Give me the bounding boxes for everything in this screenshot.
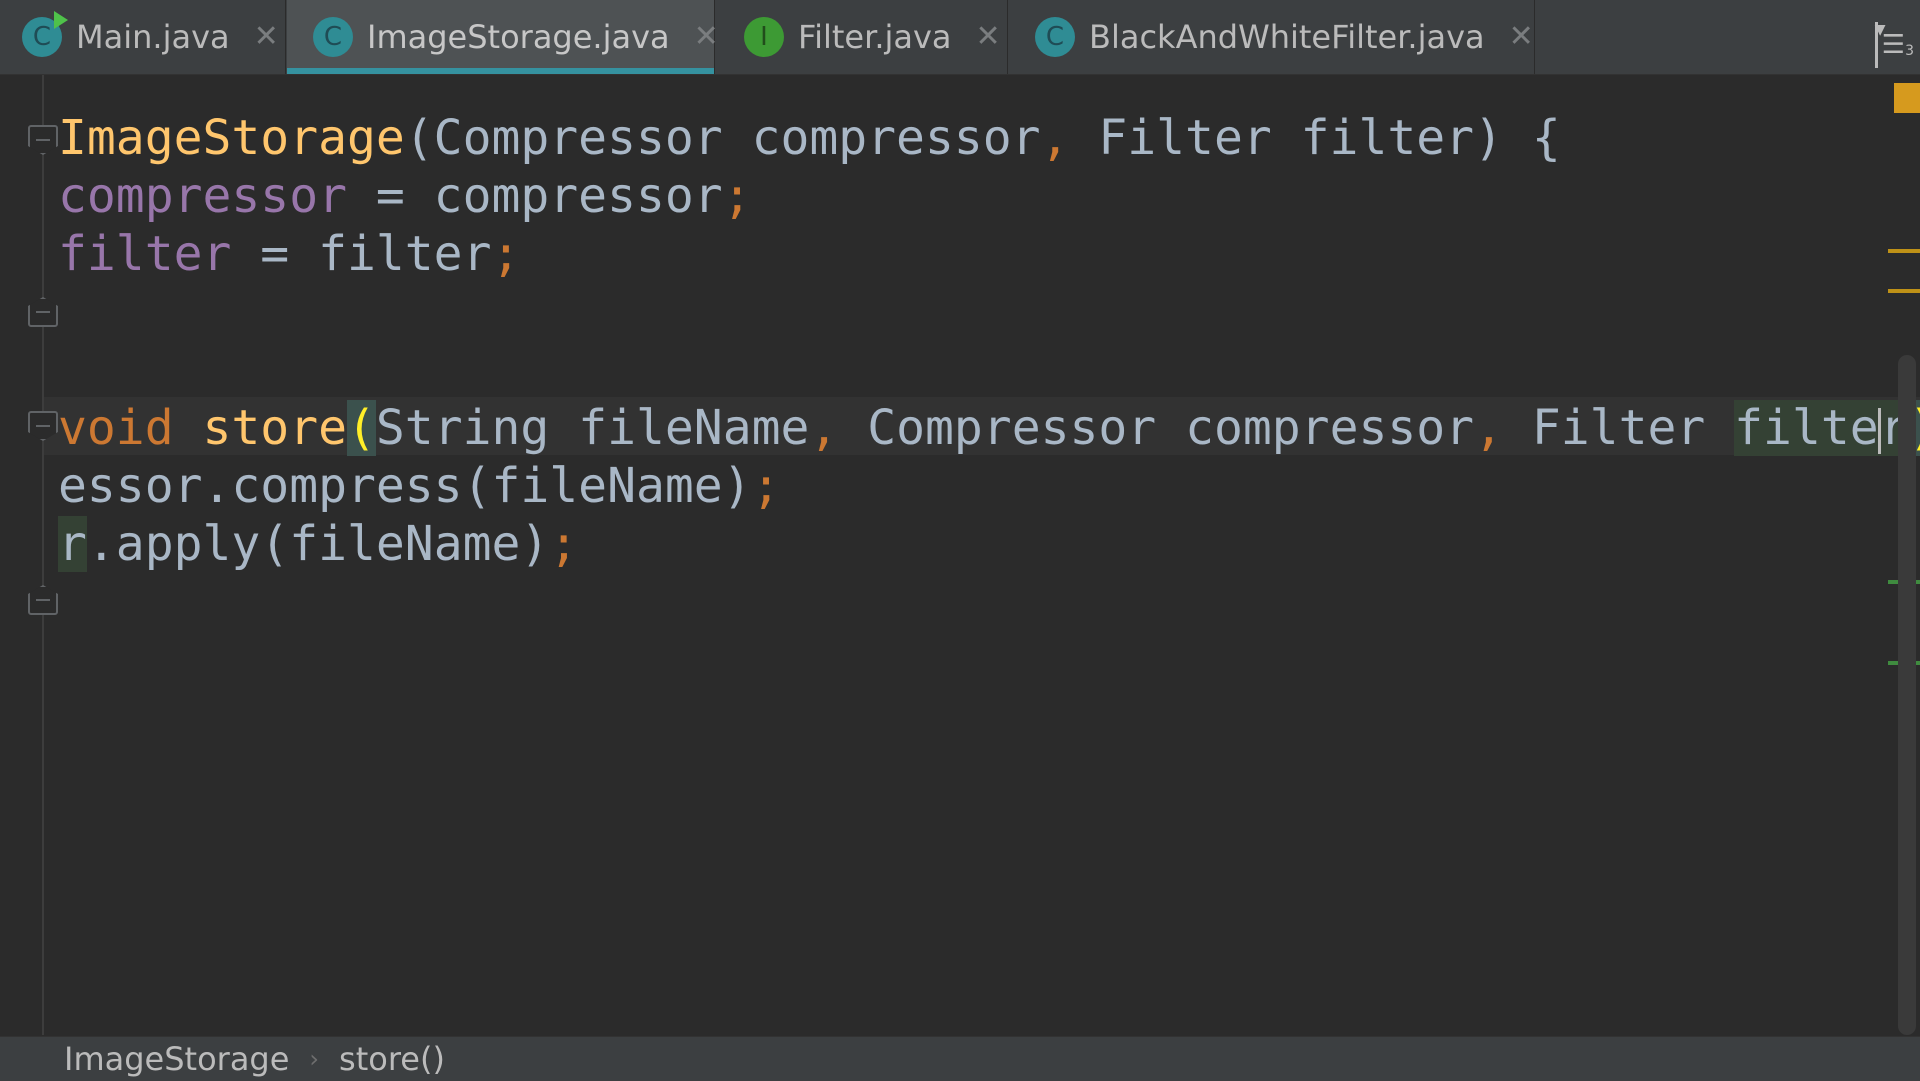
warning-marker[interactable]	[1888, 249, 1920, 253]
close-icon[interactable]: ✕	[694, 22, 719, 52]
breadcrumb-separator: ›	[309, 1045, 320, 1073]
class-icon: C	[22, 11, 68, 57]
breadcrumb-class[interactable]: ImageStorage	[64, 1040, 289, 1078]
inspection-warning-icon[interactable]	[1894, 83, 1920, 113]
code-line: ImageStorage(Compressor compressor, Filt…	[58, 110, 1561, 166]
tab-blackandwhitefilter-java[interactable]: C BlackAndWhiteFilter.java ✕	[1009, 0, 1535, 74]
code-line: compressor = compressor;	[58, 168, 752, 224]
code-editor[interactable]: ImageStorage(Compressor compressor, Filt…	[0, 75, 1920, 1035]
editor-tab-bar: C Main.java ✕ C ImageStorage.java ✕ I Fi…	[0, 0, 1920, 75]
interface-icon: I	[744, 17, 784, 57]
fold-end-icon[interactable]	[28, 585, 58, 615]
fold-start-icon[interactable]	[28, 125, 58, 155]
close-icon[interactable]: ✕	[254, 22, 279, 52]
warning-marker[interactable]	[1888, 289, 1920, 293]
chevron-down-icon: ▼	[1874, 22, 1886, 68]
breadcrumb: ImageStorage › store()	[0, 1036, 1920, 1081]
hidden-tab-count: 3	[1905, 43, 1914, 59]
tab-label: ImageStorage.java	[367, 18, 670, 56]
code-area[interactable]: ImageStorage(Compressor compressor, Filt…	[58, 75, 1920, 572]
tab-label: Main.java	[76, 18, 230, 56]
code-line-current: void store(String fileName, Compressor c…	[58, 399, 1920, 457]
tab-imagestorage-java[interactable]: C ImageStorage.java ✕	[287, 0, 719, 74]
tab-filter-java[interactable]: I Filter.java ✕	[716, 0, 1008, 74]
fold-end-icon[interactable]	[28, 297, 58, 327]
code-line: essor.compress(fileName);	[58, 458, 781, 514]
gutter-divider	[42, 75, 44, 1035]
code-line: filter = filter;	[58, 226, 521, 282]
vertical-scrollbar[interactable]	[1898, 355, 1916, 1035]
class-icon: C	[313, 17, 353, 57]
code-line: r.apply(fileName);	[58, 516, 579, 572]
tab-list-icon: ☰	[1881, 30, 1906, 60]
tab-main-java[interactable]: C Main.java ✕	[0, 0, 286, 74]
run-icon	[54, 11, 68, 29]
active-tab-indicator	[287, 68, 714, 74]
tab-label: Filter.java	[798, 18, 952, 56]
close-icon[interactable]: ✕	[976, 22, 1001, 52]
tab-list-button[interactable]: ▼ ☰ 3	[1874, 22, 1914, 68]
class-icon: C	[1035, 17, 1075, 57]
close-icon[interactable]: ✕	[1509, 22, 1534, 52]
breadcrumb-method[interactable]: store()	[339, 1040, 445, 1078]
tab-label: BlackAndWhiteFilter.java	[1089, 18, 1485, 56]
